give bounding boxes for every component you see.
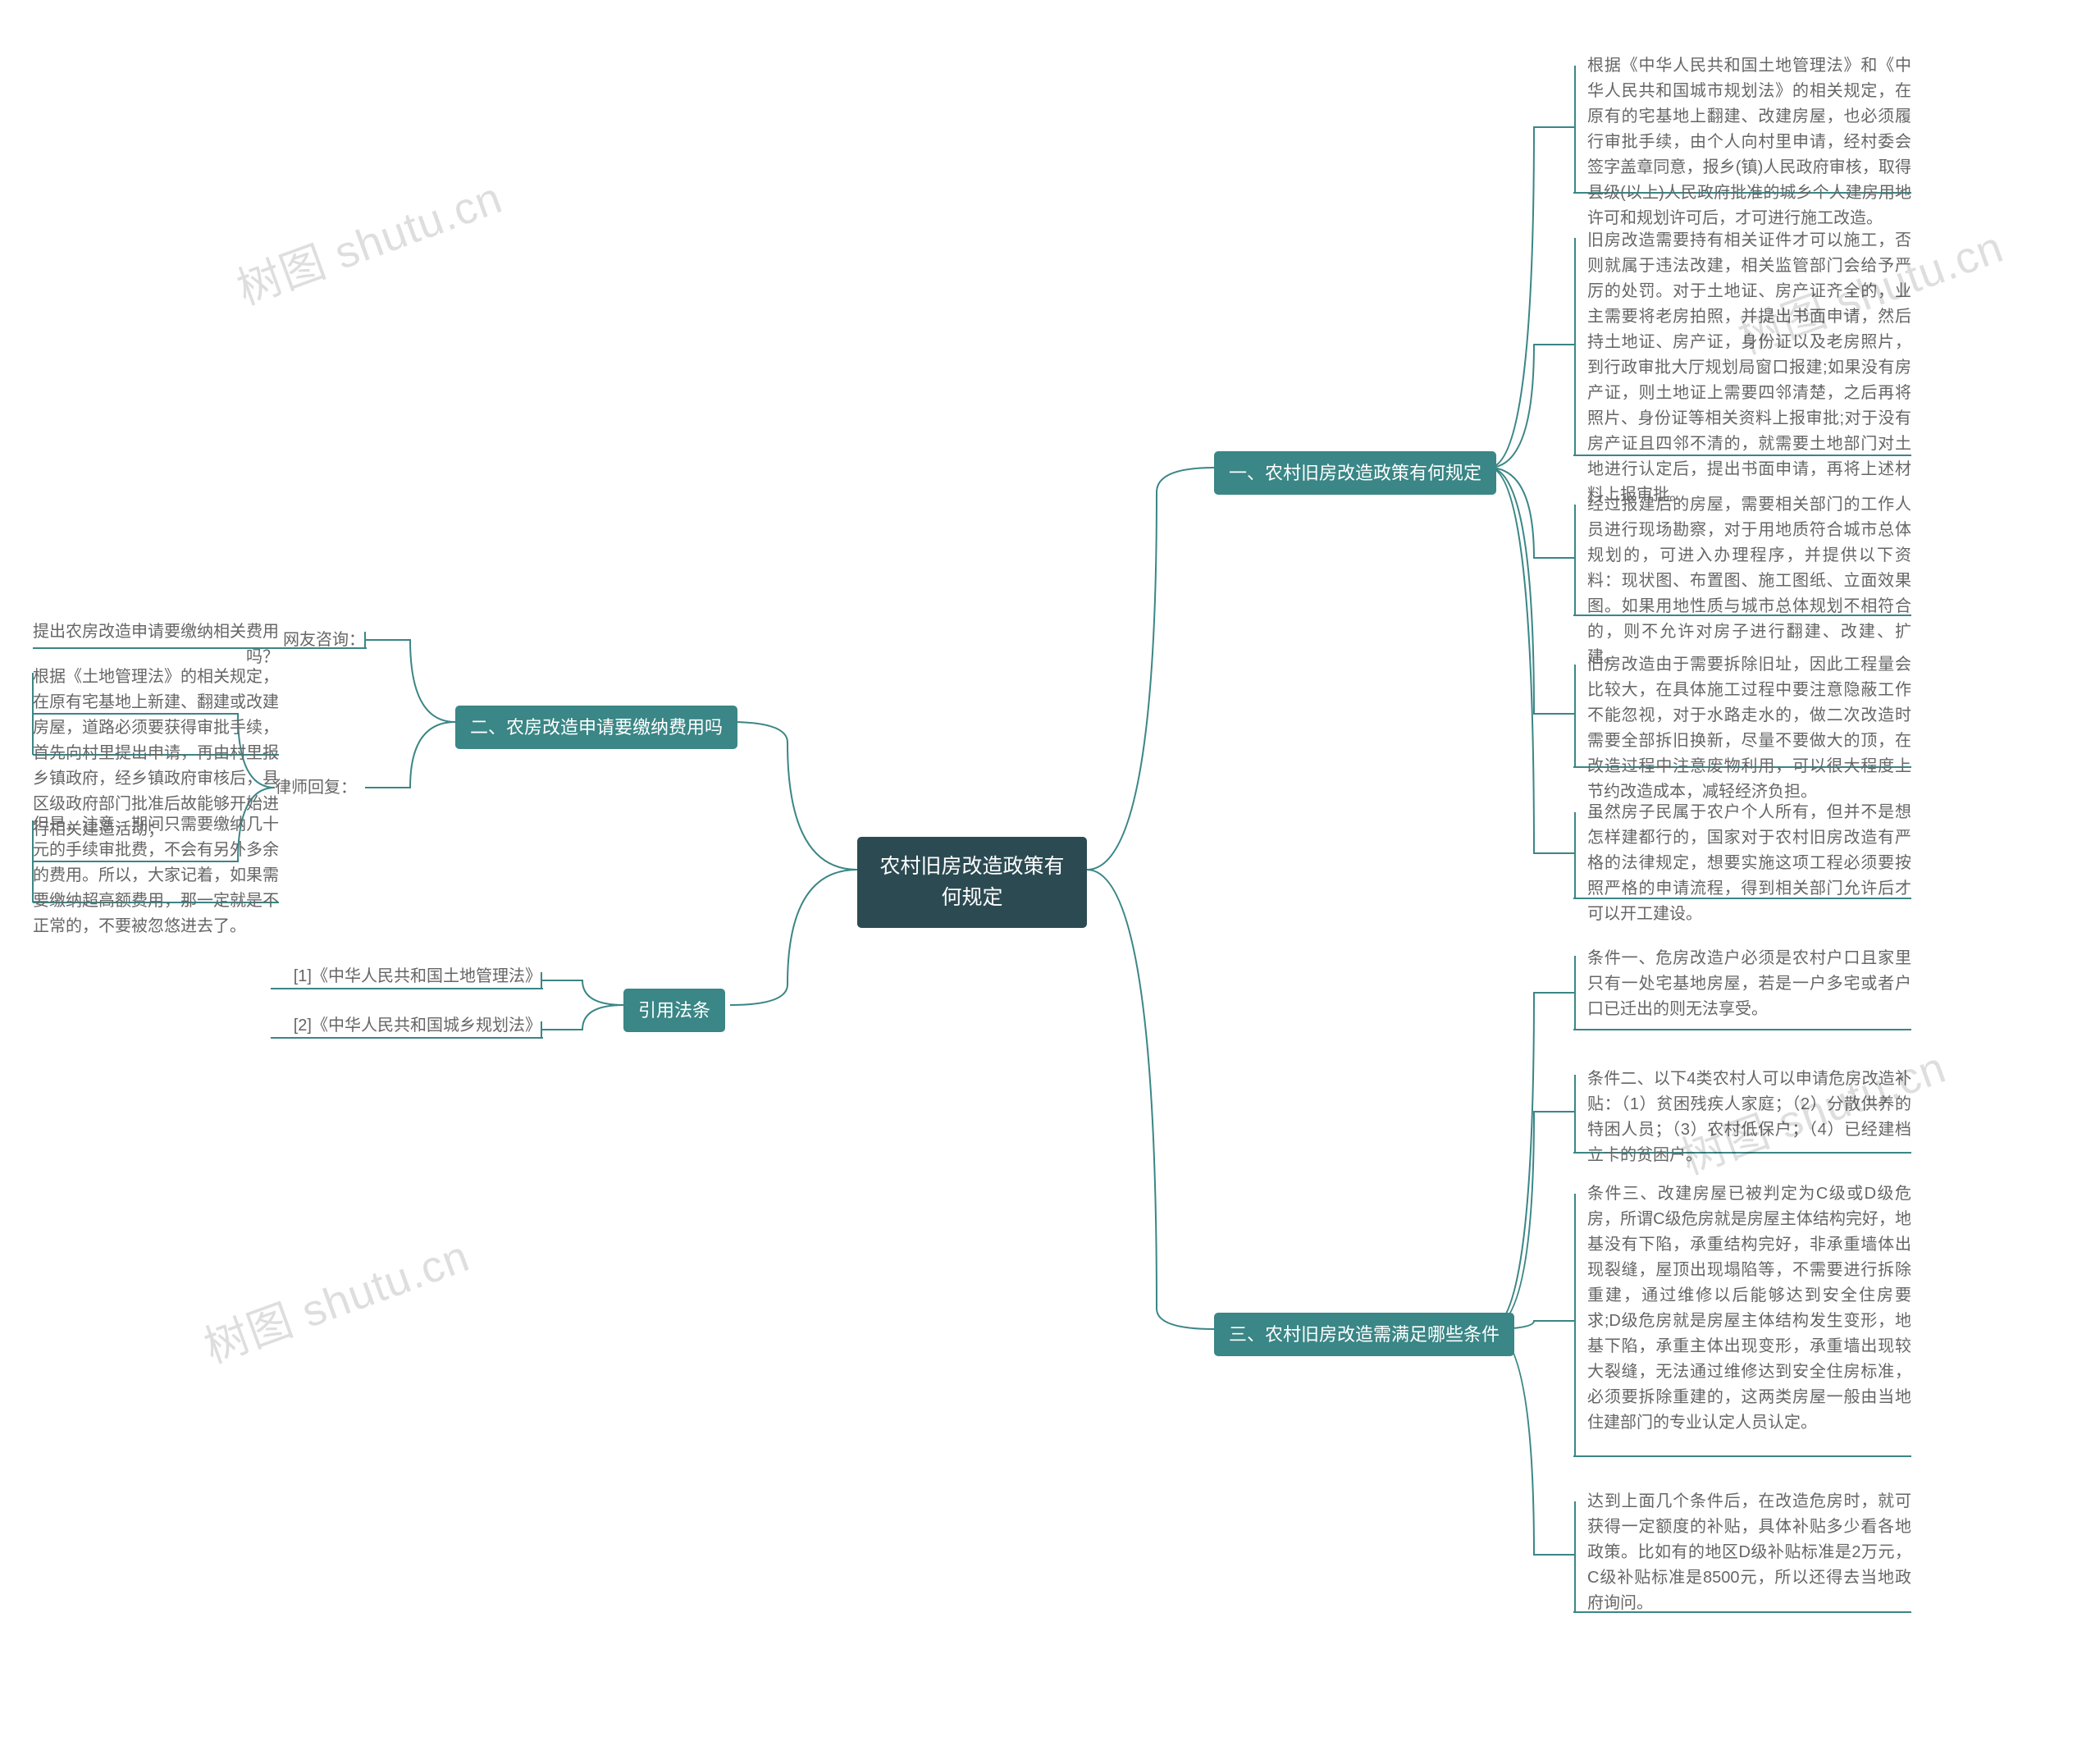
leaf-b3-0: 条件一、危房改造户必须是农村户口且家里只有一处宅基地房屋，若是一户多宅或者户口已… bbox=[1587, 946, 1911, 1022]
leaf-b3-1: 条件二、以下4类农村人可以申请危房改造补贴：（1）贫困残疾人家庭；（2）分散供养… bbox=[1587, 1067, 1911, 1168]
leaf-b1-3: 旧房改造由于需要拆除旧址，因此工程量会比较大，在具体施工过程中要注意隐蔽工作不能… bbox=[1587, 652, 1911, 805]
leaf-b3-3: 达到上面几个条件后，在改造危房时，就可获得一定额度的补贴，具体补贴多少看各地政策… bbox=[1587, 1489, 1911, 1616]
leaf-b3-2: 条件三、改建房屋已被判定为C级或D级危房，所谓C级危房就是房屋主体结构完好，地基… bbox=[1587, 1181, 1911, 1436]
leaf-b1-2: 经过报建后的房屋，需要相关部门的工作人员进行现场勘察，对于用地质符合城市总体规划… bbox=[1587, 492, 1911, 670]
branch-1[interactable]: 一、农村旧房改造政策有何规定 bbox=[1214, 451, 1496, 495]
sub-text-1: 提出农房改造申请要缴纳相关费用吗？ bbox=[33, 619, 279, 670]
leaf-b4-1: [2]《中华人民共和国城乡规划法》 bbox=[271, 1013, 541, 1039]
root-node[interactable]: 农村旧房改造政策有何规定 bbox=[857, 837, 1087, 928]
sub-text-2b: 但是，注意，期间只需要缴纳几十元的手续审批费，不会有另外多余的费用。所以，大家记… bbox=[33, 812, 279, 939]
leaf-b1-1: 旧房改造需要持有相关证件才可以施工，否则就属于违法改建，相关监管部门会给予严厉的… bbox=[1587, 228, 1911, 508]
sub-label-2: 律师回复： bbox=[275, 775, 357, 801]
branch-4[interactable]: 引用法条 bbox=[623, 989, 725, 1032]
branch-3[interactable]: 三、农村旧房改造需满足哪些条件 bbox=[1214, 1313, 1514, 1356]
branch-2[interactable]: 二、农房改造申请要缴纳费用吗 bbox=[455, 706, 737, 749]
leaf-b4-0: [1]《中华人民共和国土地管理法》 bbox=[271, 964, 541, 989]
leaf-b1-4: 虽然房子民属于农户个人所有，但并不是想怎样建都行的，国家对于农村旧房改造有严格的… bbox=[1587, 800, 1911, 927]
leaf-b1-0: 根据《中华人民共和国土地管理法》和《中华人民共和国城市规划法》的相关规定，在原有… bbox=[1587, 53, 1911, 231]
sub-label-1: 网友咨询： bbox=[283, 628, 365, 653]
